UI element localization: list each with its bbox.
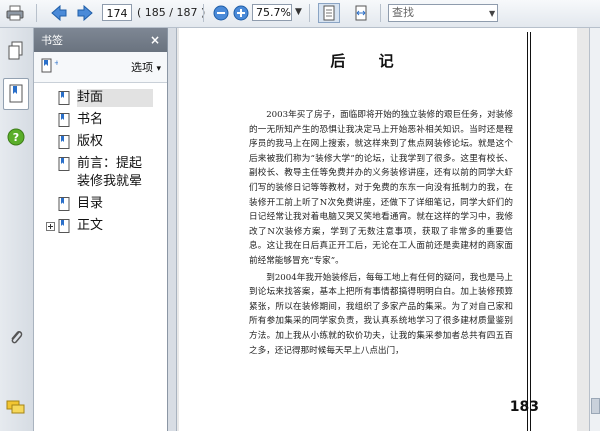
toolbar: 174 ( 185 / 187 ) 75.7% ▼ 查找 ▼ xyxy=(0,0,600,28)
page-body: 2003年买了房子，面临即将开始的独立装修的艰巨任务，对装修的一无所知产生的恐惧… xyxy=(249,108,513,358)
options-label: 选项 xyxy=(130,61,153,74)
navigation-sidebar: ? xyxy=(0,28,34,431)
page-heading: 后 记 xyxy=(330,52,408,70)
bookmark-item[interactable]: 封面 xyxy=(34,89,167,107)
comments-icon[interactable] xyxy=(5,396,27,418)
panel-splitter[interactable] xyxy=(168,28,177,431)
bookmark-item[interactable]: 正文 xyxy=(34,217,167,235)
bookmark-icon xyxy=(58,113,70,127)
new-bookmark-icon[interactable]: + xyxy=(40,58,60,77)
expand-icon[interactable] xyxy=(44,221,56,231)
bookmark-icon xyxy=(58,219,70,233)
bookmarks-panel-title: 书签 xyxy=(41,34,63,47)
search-input[interactable]: 查找 xyxy=(388,4,498,22)
bookmark-tree: 封面 书名 版权 前言：提起装修我就晕 目录 正文 xyxy=(34,83,167,235)
vertical-scrollbar[interactable] xyxy=(589,28,600,431)
page-number: 183 xyxy=(509,399,539,415)
bookmark-item[interactable]: 目录 xyxy=(34,195,167,213)
svg-text:+: + xyxy=(54,59,58,67)
help-icon[interactable]: ? xyxy=(5,126,27,148)
next-page-icon[interactable] xyxy=(74,3,96,23)
search-dropdown-icon[interactable]: ▼ xyxy=(489,9,495,18)
zoom-level-input[interactable]: 75.7% xyxy=(252,4,292,21)
page-number-input[interactable]: 174 xyxy=(102,4,132,21)
svg-text:?: ? xyxy=(13,131,19,144)
bookmarks-toolbar: + 选项 ▾ xyxy=(34,52,167,83)
previous-page-icon[interactable] xyxy=(48,3,70,23)
bookmark-icon xyxy=(58,157,70,171)
toolbar-separator xyxy=(309,4,310,22)
bookmark-item[interactable]: 书名 xyxy=(34,111,167,129)
fit-page-icon[interactable] xyxy=(318,3,340,23)
options-menu[interactable]: 选项 ▾ xyxy=(131,59,161,75)
print-icon[interactable] xyxy=(4,3,26,23)
document-view: 后 记 2003年买了房子，面临即将开始的独立装修的艰巨任务，对装修的一无所知产… xyxy=(177,28,589,431)
page-count: ( 185 / 187 ) xyxy=(137,6,206,19)
page-rule xyxy=(530,32,531,431)
attachments-icon[interactable] xyxy=(5,326,27,348)
fit-width-icon[interactable] xyxy=(350,3,372,23)
toolbar-separator xyxy=(380,4,381,22)
paragraph: 到2004年我开始装修后，每每工地上有任何的疑问，我也是马上到论坛来找答案，基本… xyxy=(249,272,513,356)
close-icon[interactable]: × xyxy=(150,33,160,47)
bookmark-icon xyxy=(58,91,70,105)
bookmarks-panel: 书签 × + 选项 ▾ 封面 书名 版权 前言：提起装修我就晕 目录 正文 xyxy=(34,28,168,431)
bookmark-icon xyxy=(58,197,70,211)
zoom-in-icon[interactable] xyxy=(230,3,252,23)
bookmark-label: 正文 xyxy=(77,218,104,233)
zoom-dropdown-icon[interactable]: ▼ xyxy=(295,7,302,17)
bookmark-label: 书名 xyxy=(77,112,104,127)
pages-icon[interactable] xyxy=(5,40,27,62)
bookmark-label: 封面 xyxy=(77,89,153,107)
bookmark-label: 目录 xyxy=(77,196,104,211)
bookmark-label: 版权 xyxy=(77,134,104,149)
chevron-down-icon: ▾ xyxy=(156,64,161,74)
bookmarks-panel-header: 书签 × xyxy=(34,28,167,52)
bookmark-label: 前言：提起装修我就晕 xyxy=(77,156,143,189)
zoom-out-icon[interactable] xyxy=(210,3,232,23)
paragraph: 2003年买了房子，面临即将开始的独立装修的艰巨任务，对装修的一无所知产生的恐惧… xyxy=(249,110,513,266)
bookmark-item[interactable]: 版权 xyxy=(34,133,167,151)
scrollbar-thumb[interactable] xyxy=(591,398,600,414)
bookmark-item[interactable]: 前言：提起装修我就晕 xyxy=(34,155,167,191)
bookmark-icon xyxy=(58,135,70,149)
document-page: 后 记 2003年买了房子，面临即将开始的独立装修的艰巨任务，对装修的一无所知产… xyxy=(179,28,577,431)
bookmarks-icon[interactable] xyxy=(3,78,29,110)
page-rule xyxy=(527,32,528,431)
toolbar-separator xyxy=(36,4,37,22)
toolbar-separator xyxy=(203,4,204,22)
